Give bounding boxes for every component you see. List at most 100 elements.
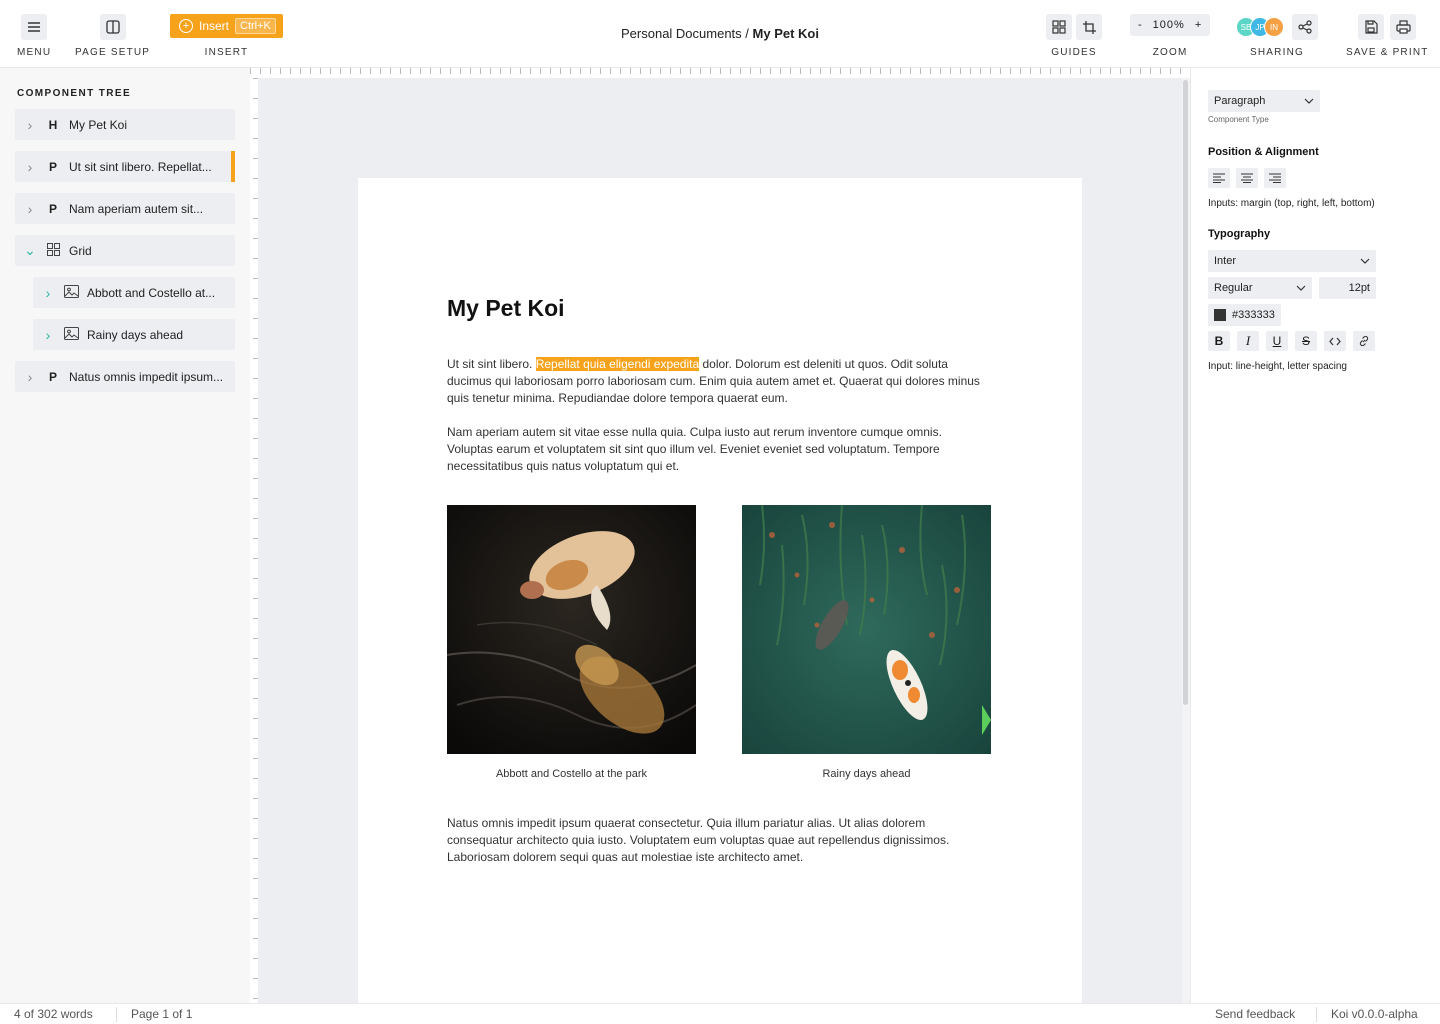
typography-title: Typography	[1208, 228, 1271, 240]
tree-item-label: Natus omnis impedit ipsum...	[69, 369, 224, 384]
position-helper-text: Inputs: margin (top, right, left, bottom…	[1208, 198, 1375, 209]
save-button[interactable]	[1358, 14, 1385, 40]
crop-guides-button[interactable]	[1076, 14, 1102, 40]
document-title[interactable]: My Pet Koi	[447, 295, 565, 322]
vertical-ruler	[250, 78, 258, 1003]
koi-image-rainy[interactable]	[742, 504, 991, 754]
link-button[interactable]	[1353, 331, 1375, 351]
top-toolbar: MENU PAGE SETUP + Insert Ctrl+K INSERT P…	[0, 0, 1440, 68]
image-caption: Abbott and Costello at the park	[495, 768, 648, 780]
plus-circle-icon: +	[179, 19, 193, 33]
koi-image-park[interactable]	[446, 505, 697, 754]
chevron-right-icon[interactable]: ›	[15, 159, 45, 175]
page-setup-button[interactable]	[99, 14, 126, 40]
color-swatch[interactable]	[1214, 309, 1226, 321]
save-icon	[1365, 20, 1378, 34]
chevron-down-icon	[1360, 258, 1370, 264]
insert-group: + Insert Ctrl+K INSERT	[170, 14, 283, 58]
canvas-scrollbar[interactable]	[1182, 78, 1190, 1003]
position-alignment-title: Position & Alignment	[1208, 146, 1319, 158]
italic-button[interactable]: I	[1237, 331, 1259, 351]
component-type-select[interactable]: Paragraph	[1208, 90, 1320, 112]
font-family-select[interactable]: Inter	[1208, 250, 1376, 272]
bold-button[interactable]: B	[1208, 331, 1230, 351]
tree-item-paragraph[interactable]: › P Natus omnis impedit ipsum...	[15, 361, 235, 392]
insert-button[interactable]: + Insert Ctrl+K	[170, 14, 283, 38]
tree-item-heading[interactable]: › H My Pet Koi	[15, 109, 235, 140]
image-caption: Rainy days ahead	[822, 768, 911, 780]
send-feedback-link[interactable]: Send feedback	[1215, 1007, 1295, 1021]
align-right-button[interactable]	[1264, 168, 1286, 188]
italic-icon: I	[1245, 333, 1251, 348]
sharing-label: SHARING	[1250, 47, 1304, 58]
tree-item-paragraph[interactable]: › P Nam aperiam autem sit...	[15, 193, 235, 224]
grid-icon	[1052, 20, 1066, 34]
avatar[interactable]: IN	[1264, 17, 1284, 37]
link-icon	[1359, 335, 1369, 347]
tree-item-grid[interactable]: ⌄ Grid	[15, 235, 235, 266]
align-right-icon	[1269, 173, 1281, 183]
insert-shortcut: Ctrl+K	[235, 18, 276, 34]
align-left-button[interactable]	[1208, 168, 1230, 188]
paragraph-1[interactable]: Ut sit sint libero. Repellat quia eligen…	[447, 356, 992, 407]
zoom-out-button[interactable]: -	[1138, 19, 1143, 31]
chevron-right-icon[interactable]: ›	[15, 369, 45, 385]
print-button[interactable]	[1390, 14, 1417, 40]
collaborator-avatars[interactable]: SB JP IN	[1236, 14, 1284, 40]
underline-button[interactable]: U	[1266, 331, 1288, 351]
underline-icon: U	[1272, 334, 1282, 348]
align-center-button[interactable]	[1236, 168, 1258, 188]
bold-icon: B	[1214, 334, 1224, 348]
paragraph-type-icon: P	[48, 369, 57, 384]
page-setup-group: PAGE SETUP	[75, 14, 150, 58]
tree-item-paragraph-selected[interactable]: › P Ut sit sint libero. Repellat...	[15, 151, 235, 182]
grid-guides-button[interactable]	[1046, 14, 1072, 40]
tree-item-image[interactable]: › Rainy days ahead	[33, 319, 235, 350]
text-color-input[interactable]: #333333	[1208, 304, 1281, 326]
zoom-group: - 100% + ZOOM	[1130, 14, 1211, 58]
koi-photo-green	[742, 504, 991, 754]
tree-item-label: Nam aperiam autem sit...	[69, 201, 204, 216]
sharing-group: SB JP IN SHARING	[1236, 14, 1318, 58]
zoom-value: 100%	[1152, 19, 1185, 31]
menu-button[interactable]	[21, 14, 48, 40]
color-hex-value: #333333	[1232, 309, 1275, 321]
font-size-input[interactable]: 12pt	[1319, 277, 1376, 299]
zoom-label: ZOOM	[1152, 47, 1188, 58]
share-button[interactable]	[1292, 14, 1318, 40]
font-weight-select[interactable]: Regular	[1208, 277, 1312, 299]
component-type-label: Component Type	[1208, 115, 1269, 124]
version-label: Koi v0.0.0-alpha	[1331, 1007, 1418, 1021]
menu-group: MENU	[17, 14, 51, 58]
word-count: 4 of 302 words	[14, 1007, 93, 1021]
image-type-icon	[63, 284, 79, 301]
breadcrumb-parent[interactable]: Personal Documents /	[621, 26, 749, 41]
chevron-right-icon[interactable]: ›	[33, 285, 63, 301]
paragraph-text: Ut sit sint libero.	[447, 357, 536, 371]
save-print-label: SAVE & PRINT	[1346, 47, 1429, 58]
status-divider	[1316, 1007, 1317, 1022]
chevron-right-icon[interactable]: ›	[33, 327, 63, 343]
align-center-icon	[1241, 173, 1253, 183]
menu-label: MENU	[17, 47, 52, 58]
typography-helper-text: Input: line-height, letter spacing	[1208, 361, 1347, 372]
paragraph-type-icon: P	[48, 159, 57, 174]
grid-type-icon	[45, 242, 61, 259]
insert-button-label: Insert	[199, 19, 230, 33]
tree-item-image[interactable]: › Abbott and Costello at...	[33, 277, 235, 308]
code-icon	[1329, 337, 1341, 345]
crop-icon	[1082, 20, 1096, 34]
strikethrough-button[interactable]: S	[1295, 331, 1317, 351]
chevron-down-icon[interactable]: ⌄	[15, 242, 45, 259]
chevron-right-icon[interactable]: ›	[15, 117, 45, 133]
tree-item-label: Ut sit sint libero. Repellat...	[69, 159, 212, 174]
properties-panel: Paragraph Component Type Position & Alig…	[1190, 68, 1440, 1003]
paragraph-3[interactable]: Natus omnis impedit ipsum quaerat consec…	[447, 815, 977, 866]
zoom-in-button[interactable]: +	[1195, 19, 1202, 31]
scrollbar-thumb[interactable]	[1183, 80, 1188, 705]
code-button[interactable]	[1324, 331, 1346, 351]
horizontal-ruler	[250, 68, 1185, 78]
text-selection-highlight[interactable]: Repellat quia eligendi expedita	[535, 357, 700, 371]
paragraph-2[interactable]: Nam aperiam autem sit vitae esse nulla q…	[447, 424, 967, 475]
chevron-right-icon[interactable]: ›	[15, 201, 45, 217]
